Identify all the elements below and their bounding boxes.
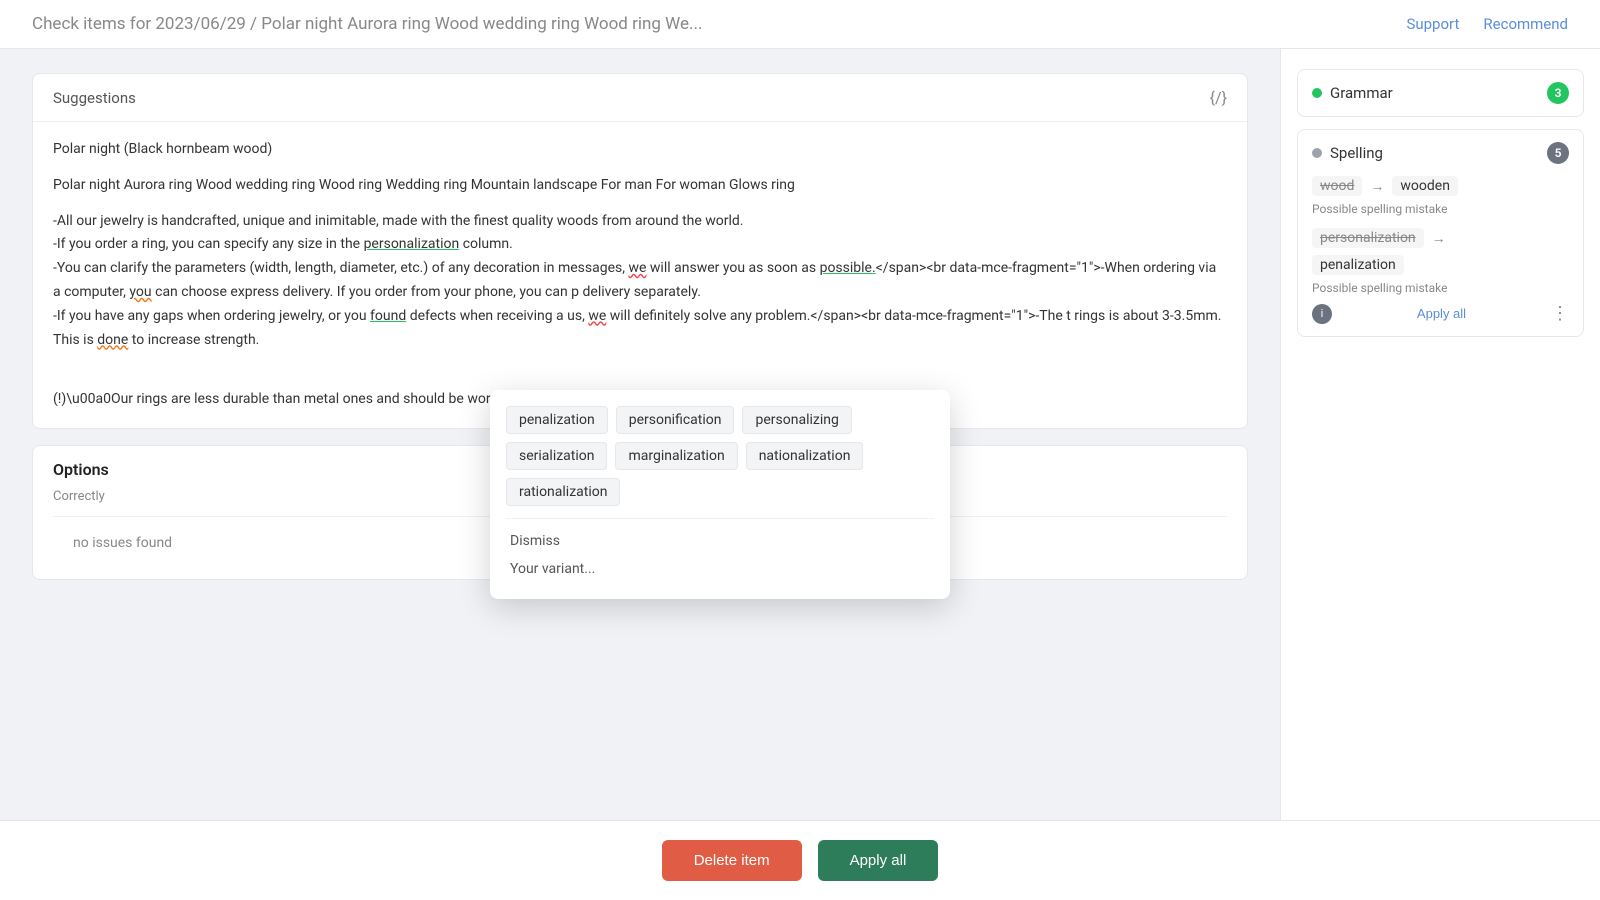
suggestion-chips: penalization personification personalizi… (506, 406, 934, 506)
grammar-header: Grammar 3 (1312, 82, 1569, 104)
page-header: Check items for 2023/06/29 / Polar night… (0, 0, 1600, 49)
wrong-word-2: personalization (1312, 228, 1424, 248)
delete-item-button[interactable]: Delete item (662, 840, 802, 881)
apply-all-sidebar-button[interactable]: Apply all (1417, 306, 1466, 321)
text-paragraph-3: -All our jewelry is handcrafted, unique … (53, 210, 1227, 353)
bottom-bar: Delete item Apply all (0, 820, 1600, 900)
text-line-1: -All our jewelry is handcrafted, unique … (53, 213, 744, 229)
suggestion-chip-7[interactable]: rationalization (506, 478, 620, 506)
support-link[interactable]: Support (1406, 15, 1459, 33)
spelling-item-1: wood → wooden Possible spelling mistake (1312, 176, 1569, 216)
breadcrumb-prefix: Check items for 2023/06/29 (32, 14, 246, 34)
grammar-section: Grammar 3 (1297, 69, 1584, 117)
text-line-4: -If you have any gaps when ordering jewe… (53, 308, 1221, 348)
suggestion-chip-1[interactable]: penalization (506, 406, 608, 434)
spelling-left: Spelling (1312, 144, 1383, 162)
spelling-header: Spelling 5 (1312, 142, 1569, 164)
spelling-note-1: Possible spelling mistake (1312, 202, 1569, 216)
breadcrumb-suffix: Polar night Aurora ring Wood wedding rin… (261, 14, 702, 34)
spelling-item-2: personalization → penalization Possible … (1312, 228, 1569, 324)
info-icon[interactable]: i (1312, 304, 1332, 324)
correct-word-2: penalization (1312, 255, 1404, 275)
we-underline: we (628, 260, 646, 276)
grammar-left: Grammar (1312, 84, 1393, 102)
header-actions: Support Recommend (1406, 15, 1568, 33)
apply-all-button[interactable]: Apply all (818, 840, 939, 881)
spelling-dot (1312, 148, 1322, 158)
grammar-badge: 3 (1547, 82, 1569, 104)
grammar-label: Grammar (1330, 84, 1393, 102)
dismiss-action[interactable]: Dismiss (506, 527, 934, 555)
spelling-row-1: wood → wooden (1312, 176, 1569, 196)
text-content-1: Polar night (Black hornbeam wood) (53, 141, 272, 157)
spelling-badge: 5 (1547, 142, 1569, 164)
personalization-underline: personalization (364, 236, 460, 252)
suggestion-chip-6[interactable]: nationalization (746, 442, 864, 470)
dropdown-divider (506, 518, 934, 519)
recommend-link[interactable]: Recommend (1483, 15, 1568, 33)
we2-underline: we (588, 308, 606, 324)
arrow-icon-1: → (1370, 178, 1384, 195)
text-paragraph-2: Polar night Aurora ring Wood wedding rin… (53, 174, 1227, 198)
text-line-2: -If you order a ring, you can specify an… (53, 236, 513, 252)
done-underline: done (97, 332, 128, 348)
text-paragraph-1: Polar night (Black hornbeam wood) (53, 138, 1227, 162)
suggestions-card: Suggestions {/} Polar night (Black hornb… (32, 73, 1248, 429)
spelling-section: Spelling 5 wood → wooden Possible spelli… (1297, 129, 1584, 337)
apply-all-row: i Apply all ⋮ (1312, 303, 1569, 324)
suggestions-label: Suggestions (53, 89, 136, 107)
breadcrumb-separator: / (250, 14, 261, 34)
possible-underline: possible. (820, 260, 876, 276)
breadcrumb: Check items for 2023/06/29 / Polar night… (32, 14, 702, 34)
text-line-3: -You can clarify the parameters (width, … (53, 260, 1216, 300)
more-options-icon[interactable]: ⋮ (1551, 303, 1569, 324)
suggestion-chip-2[interactable]: personification (616, 406, 735, 434)
spelling-note-2: Possible spelling mistake (1312, 281, 1569, 295)
your-variant-action[interactable]: Your variant... (506, 555, 934, 583)
correct-word-1: wooden (1392, 176, 1458, 196)
text-warning: (!)\u00a0Our rings are less durable than… (53, 391, 558, 407)
suggestion-chip-4[interactable]: serialization (506, 442, 607, 470)
suggestion-chip-3[interactable]: personalizing (742, 406, 851, 434)
found-underline: found (370, 308, 406, 324)
suggestion-chip-5[interactable]: marginalization (615, 442, 737, 470)
text-content-2: Polar night Aurora ring Wood wedding rin… (53, 177, 795, 193)
suggestions-card-header: Suggestions {/} (33, 74, 1247, 122)
you-underline: you (129, 284, 151, 300)
spelling-row-2: personalization → (1312, 228, 1569, 248)
spelling-label: Spelling (1330, 144, 1383, 162)
code-icon[interactable]: {/} (1210, 88, 1227, 107)
spelling-dropdown: penalization personification personalizi… (490, 390, 950, 599)
wrong-word-1: wood (1312, 176, 1362, 196)
grammar-dot (1312, 88, 1322, 98)
right-sidebar: Grammar 3 Spelling 5 wood → wooden (1280, 49, 1600, 892)
suggestions-card-body: Polar night (Black hornbeam wood) Polar … (33, 122, 1247, 428)
arrow-icon-2: → (1432, 230, 1446, 247)
